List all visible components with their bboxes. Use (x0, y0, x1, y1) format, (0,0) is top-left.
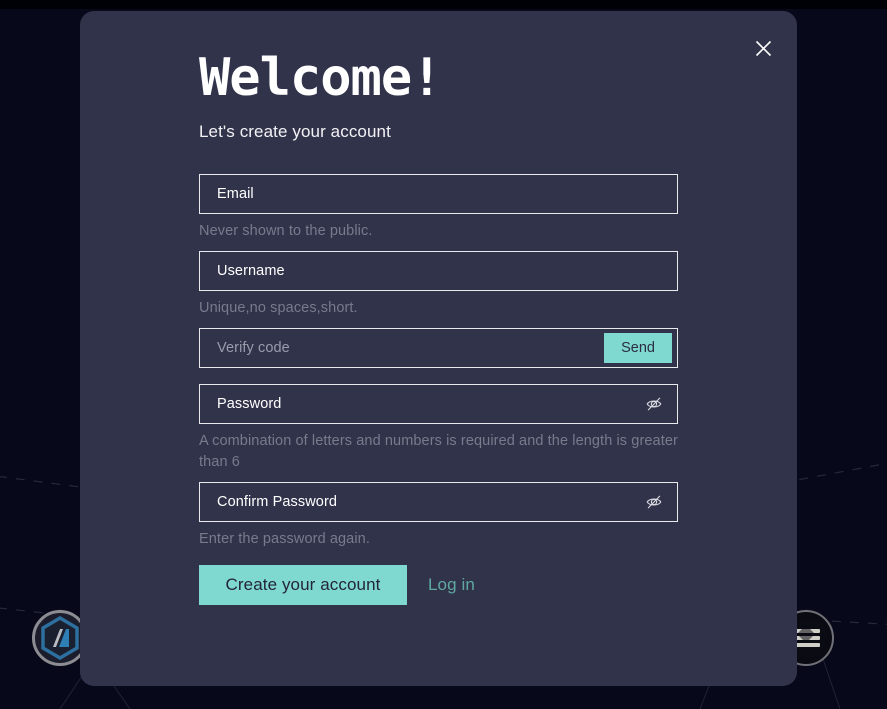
password-field-group: Password A combination of letters and nu… (199, 384, 678, 473)
confirm-password-input[interactable]: Confirm Password (199, 482, 678, 523)
email-field-group: Email Never shown to the public. (199, 174, 678, 242)
verify-code-input[interactable]: Verify code Send (199, 328, 678, 369)
password-visibility-toggle[interactable] (645, 395, 677, 413)
confirm-password-input-text: Confirm Password (217, 494, 338, 511)
confirm-password-visibility-toggle[interactable] (645, 493, 677, 511)
create-account-button[interactable]: Create your account (199, 565, 407, 606)
send-code-button[interactable]: Send (604, 333, 672, 364)
page-title: Welcome! (199, 48, 442, 108)
password-input[interactable]: Password (199, 384, 678, 425)
username-input-text: Username (217, 263, 285, 280)
modal-body: Welcome! Let's create your account Email… (80, 11, 797, 606)
username-field-group: Username Unique,no spaces,short. (199, 251, 678, 319)
email-hint: Never shown to the public. (199, 223, 373, 239)
email-input[interactable]: Email (199, 174, 678, 214)
login-link[interactable]: Log in (428, 575, 475, 595)
username-hint: Unique,no spaces,short. (199, 300, 358, 317)
close-button[interactable] (746, 31, 780, 65)
password-hint: A combination of letters and numbers is … (199, 433, 678, 471)
confirm-password-field-group: Confirm Password Enter the password agai… (199, 482, 678, 550)
verify-code-input-text: Verify code (217, 340, 290, 357)
browser-top-bar (0, 0, 887, 9)
signup-modal: Welcome! Let's create your account Email… (80, 11, 797, 686)
close-icon (755, 40, 772, 57)
email-input-text: Email (217, 186, 254, 202)
username-input[interactable]: Username (199, 251, 678, 292)
form-actions: Create your account Log in (199, 565, 797, 606)
confirm-password-hint: Enter the password again. (199, 531, 370, 548)
eye-off-icon (645, 493, 663, 511)
password-input-text: Password (217, 396, 282, 413)
verify-code-spacer (199, 368, 678, 384)
hexagon-logo-glyph (41, 616, 79, 660)
verify-code-field-group: Verify code Send (199, 328, 678, 384)
page-subtitle: Let's create your account (199, 122, 391, 141)
eye-off-icon (645, 395, 663, 413)
